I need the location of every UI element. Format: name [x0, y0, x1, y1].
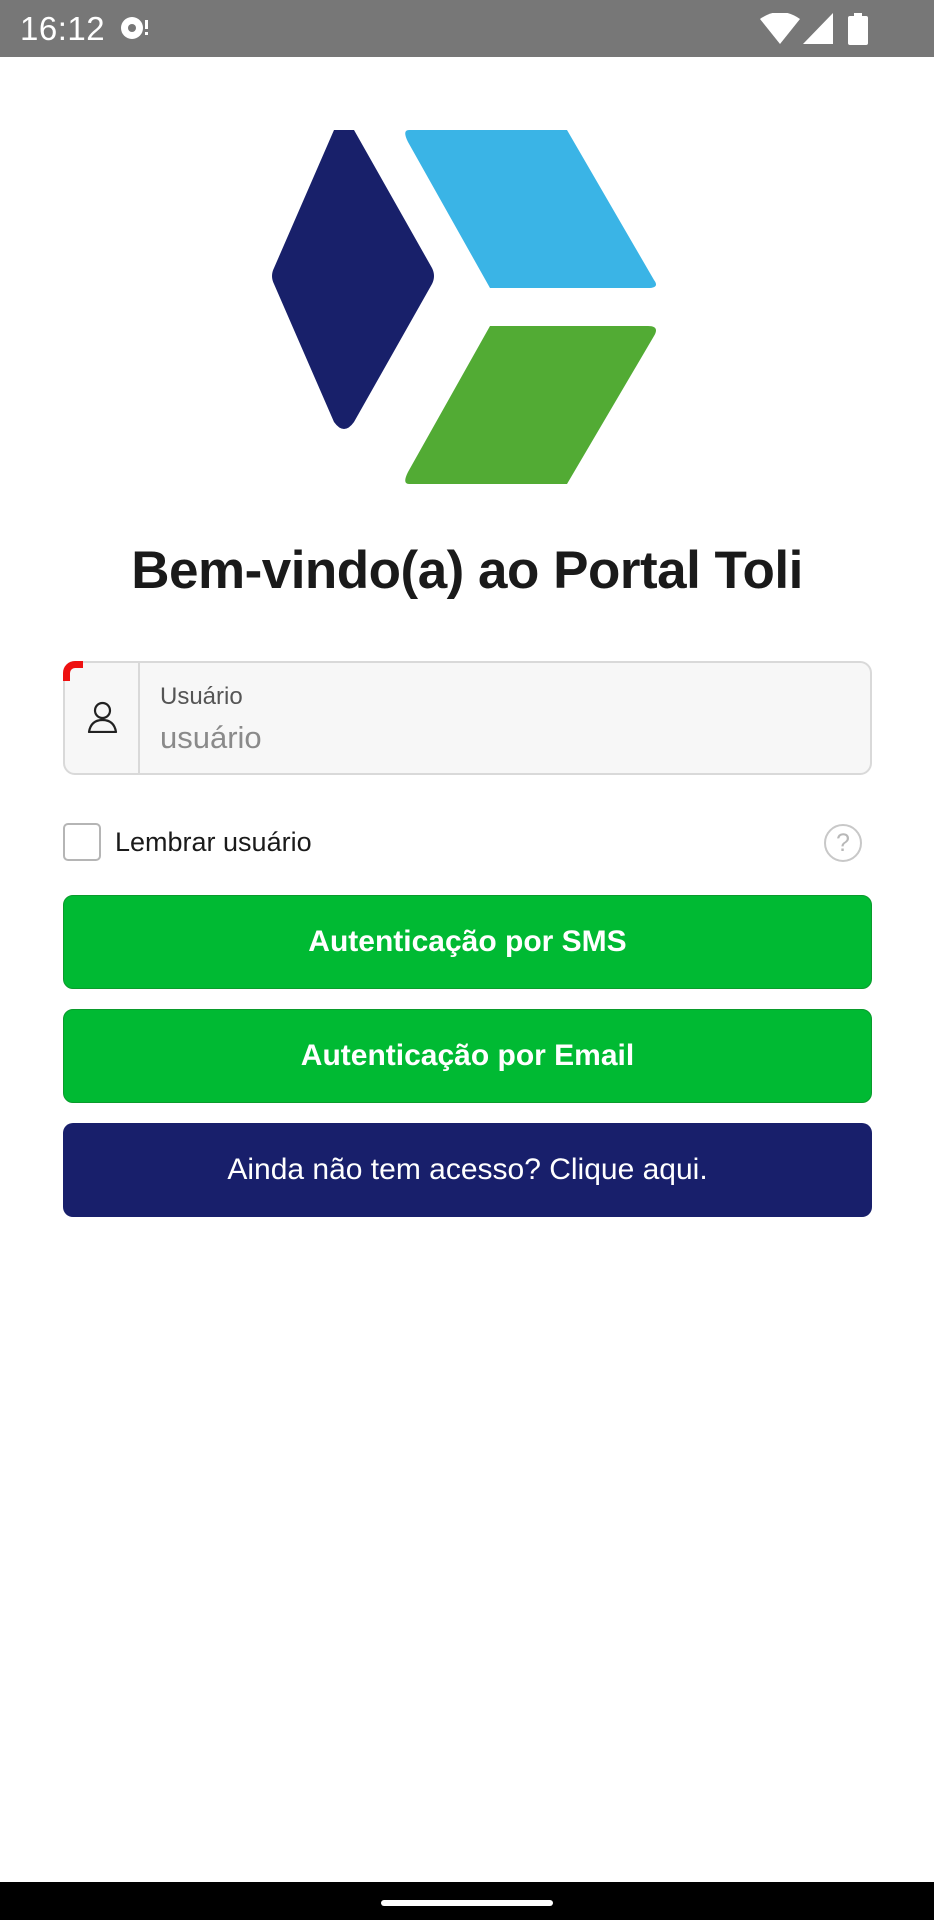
logo-parallelogram-blue — [405, 130, 656, 288]
home-gesture-handle[interactable] — [381, 1900, 553, 1906]
battery-icon — [848, 13, 868, 45]
required-indicator — [63, 661, 83, 681]
username-field[interactable]: Usuário — [63, 661, 872, 775]
email-auth-button[interactable]: Autenticação por Email — [63, 1009, 872, 1103]
username-label: Usuário — [160, 683, 243, 710]
remember-user-checkbox[interactable] — [63, 823, 101, 861]
user-icon — [87, 701, 118, 733]
status-time: 16:12 — [20, 10, 106, 47]
page-title: Bem-vindo(a) ao Portal Toli — [131, 541, 803, 600]
wifi-icon — [760, 13, 800, 44]
portal-logo — [272, 130, 656, 484]
sync-icon — [121, 17, 148, 39]
request-access-button[interactable]: Ainda não tem acesso? Clique aqui. — [63, 1123, 872, 1217]
sms-auth-button[interactable]: Autenticação por SMS — [63, 895, 872, 989]
remember-user-label[interactable]: Lembrar usuário — [115, 823, 312, 861]
username-input[interactable] — [160, 716, 850, 760]
logo-diamond-navy — [272, 130, 434, 429]
help-icon[interactable]: ? — [824, 824, 862, 862]
logo-parallelogram-green — [405, 326, 656, 484]
status-bar: 16:12 — [0, 0, 934, 57]
signal-icon — [803, 13, 833, 44]
